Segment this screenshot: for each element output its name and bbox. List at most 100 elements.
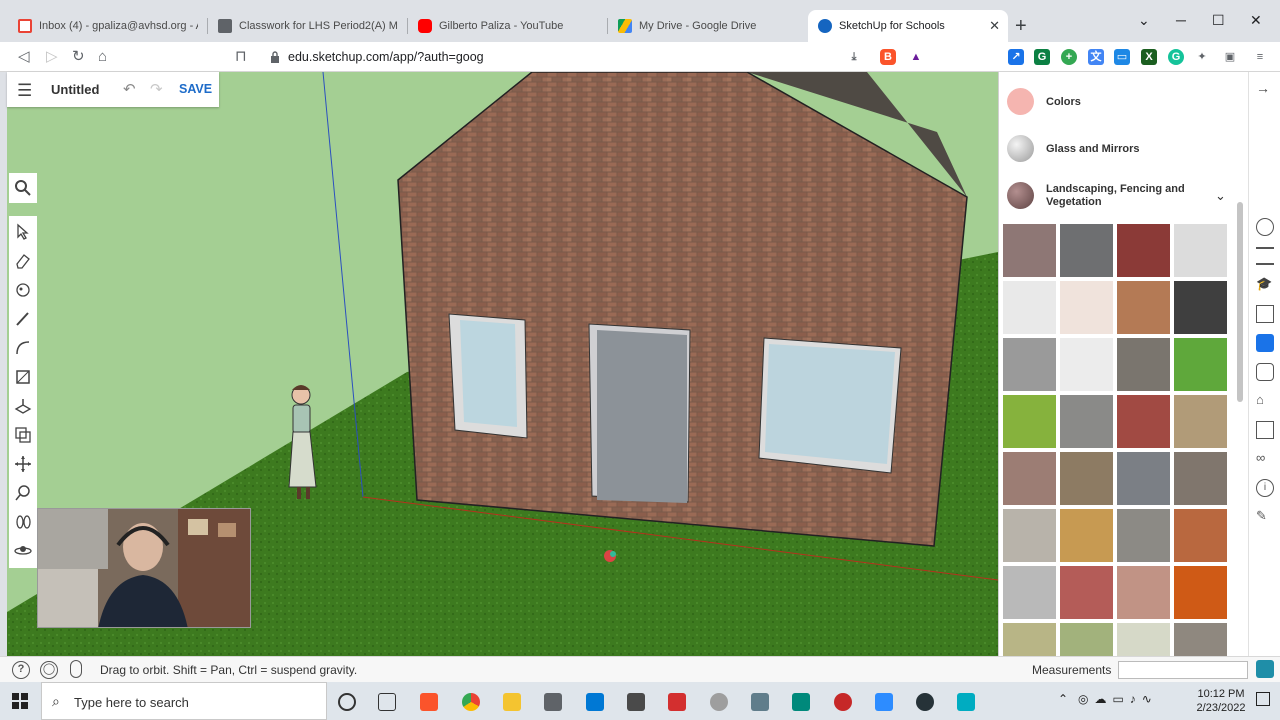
move-tool-icon[interactable]	[13, 454, 33, 474]
pencil-tool-icon[interactable]	[13, 309, 33, 329]
material-swatch[interactable]	[1003, 281, 1056, 334]
arc-tool-icon[interactable]	[13, 338, 33, 358]
tab-gmail[interactable]: Inbox (4) - gpaliza@avhsd.org - Antel	[8, 10, 208, 42]
task-view-icon[interactable]	[378, 693, 396, 711]
material-swatch[interactable]	[1117, 509, 1170, 562]
brave-shield-icon[interactable]: B	[880, 49, 896, 65]
material-swatch[interactable]	[1060, 281, 1113, 334]
components-icon[interactable]	[1256, 305, 1274, 323]
minimize-icon[interactable]: ─	[1176, 12, 1186, 28]
file-title[interactable]: Untitled	[51, 82, 99, 97]
material-swatch[interactable]	[1174, 566, 1227, 619]
app-icon-3[interactable]	[792, 693, 810, 711]
calculator-icon[interactable]	[627, 693, 645, 711]
notifications-icon[interactable]	[1256, 692, 1270, 706]
instructor-icon[interactable]: 🎓	[1256, 276, 1274, 294]
material-swatch[interactable]	[1060, 509, 1113, 562]
styles-icon[interactable]	[1256, 363, 1274, 381]
material-swatch[interactable]	[1003, 338, 1056, 391]
push-pull-tool-icon[interactable]	[13, 396, 33, 416]
extension-3-icon[interactable]: +	[1061, 49, 1077, 65]
eraser-tool-icon[interactable]	[13, 251, 33, 271]
wallet-icon[interactable]: ▣	[1222, 49, 1238, 65]
download-icon[interactable]: ⤓	[846, 49, 862, 65]
chevron-down-icon[interactable]: ⌄	[1215, 188, 1226, 204]
material-swatch[interactable]	[1060, 566, 1113, 619]
mail-icon[interactable]	[586, 693, 604, 711]
tab-sketchup[interactable]: SketchUp for Schools ✕	[808, 10, 1008, 42]
cortana-icon[interactable]	[338, 693, 356, 711]
maximize-icon[interactable]: ☐	[1212, 12, 1225, 29]
material-swatch[interactable]	[1174, 452, 1227, 505]
material-swatch[interactable]	[1174, 395, 1227, 448]
tray-icons[interactable]: ◎☁▭♪∿	[1078, 692, 1158, 706]
address-bar[interactable]: edu.sketchup.com/app/?auth=goog	[262, 46, 934, 68]
tags-icon[interactable]: ⌂	[1256, 392, 1274, 410]
bookmark-icon[interactable]: ⊓	[235, 48, 247, 66]
app-icon-1[interactable]	[710, 693, 728, 711]
language-globe-icon[interactable]: ◯	[40, 661, 58, 679]
tray-scrollbar[interactable]	[1237, 202, 1243, 402]
materials-icon[interactable]	[1256, 334, 1274, 352]
extension-1-icon[interactable]: ↗	[1008, 49, 1024, 65]
material-swatch[interactable]	[1003, 224, 1056, 277]
forward-icon[interactable]: ▷	[46, 48, 58, 66]
material-swatch[interactable]	[1060, 224, 1113, 277]
display-icon[interactable]: ∞	[1256, 450, 1274, 468]
material-swatch[interactable]	[1117, 395, 1170, 448]
extensions-puzzle-icon[interactable]: ✦	[1194, 49, 1210, 65]
category-glass-and-mirrors[interactable]: Glass and Mirrors	[999, 129, 1239, 169]
extension-6-icon[interactable]: X	[1141, 49, 1157, 65]
tab-classroom[interactable]: Classwork for LHS Period2(A) Multime	[208, 10, 408, 42]
tray-chevron-icon[interactable]: ⌃	[1058, 692, 1068, 706]
chrome-icon[interactable]	[462, 693, 480, 711]
windows-start-icon[interactable]	[12, 693, 28, 709]
acrobat-icon[interactable]	[668, 693, 686, 711]
app-icon-2[interactable]	[751, 693, 769, 711]
search-button[interactable]	[9, 173, 37, 203]
save-button[interactable]: SAVE	[179, 82, 212, 96]
material-swatch[interactable]	[1003, 395, 1056, 448]
close-window-icon[interactable]: ✕	[1250, 12, 1262, 29]
walk-tool-icon[interactable]	[13, 512, 33, 532]
collapse-panel-icon[interactable]: →	[1256, 80, 1274, 98]
material-swatch[interactable]	[1117, 452, 1170, 505]
file-explorer-icon[interactable]	[503, 693, 521, 711]
hamburger-menu-icon[interactable]: ☰	[17, 81, 32, 101]
brave-icon[interactable]	[420, 693, 438, 711]
material-swatch[interactable]	[1060, 395, 1113, 448]
select-tool-icon[interactable]	[13, 222, 33, 242]
material-swatch[interactable]	[1117, 224, 1170, 277]
material-swatch[interactable]	[1060, 452, 1113, 505]
material-swatch[interactable]	[1060, 338, 1113, 391]
paint-bucket-tool-icon[interactable]	[13, 280, 33, 300]
grammarly-icon[interactable]: G	[1168, 49, 1184, 65]
scenes-icon[interactable]	[1256, 421, 1274, 439]
category-colors[interactable]: Colors	[999, 82, 1239, 122]
brave-rewards-icon[interactable]: ▲	[908, 49, 924, 65]
material-swatch[interactable]	[1117, 566, 1170, 619]
solar-north-icon[interactable]: ✎	[1256, 508, 1274, 526]
app-icon-4[interactable]	[834, 693, 852, 711]
material-swatch[interactable]	[1174, 509, 1227, 562]
taskbar-search-box[interactable]: ⌕ Type here to search	[41, 682, 327, 720]
zoom-icon[interactable]	[875, 693, 893, 711]
rectangle-tool-icon[interactable]	[13, 367, 33, 387]
material-swatch[interactable]	[1117, 281, 1170, 334]
material-swatch[interactable]	[1117, 338, 1170, 391]
help-icon[interactable]: ?	[12, 661, 30, 679]
material-swatch[interactable]	[1174, 224, 1227, 277]
orbit-tool-icon[interactable]	[13, 541, 33, 561]
app-icon-6[interactable]	[957, 693, 975, 711]
undo-icon[interactable]: ↶	[123, 80, 136, 98]
offset-tool-icon[interactable]	[13, 425, 33, 445]
app-icon-5[interactable]	[916, 693, 934, 711]
tab-drive[interactable]: My Drive - Google Drive	[608, 10, 808, 42]
tab-search-icon[interactable]: ⌄	[1138, 12, 1150, 29]
home-icon[interactable]: ⌂	[98, 48, 107, 66]
new-tab-button[interactable]: +	[1015, 16, 1027, 36]
extension-2-icon[interactable]: G	[1034, 49, 1050, 65]
material-swatch[interactable]	[1003, 566, 1056, 619]
tab-youtube[interactable]: Gilberto Paliza - YouTube	[408, 10, 608, 42]
material-swatch[interactable]	[1174, 281, 1227, 334]
